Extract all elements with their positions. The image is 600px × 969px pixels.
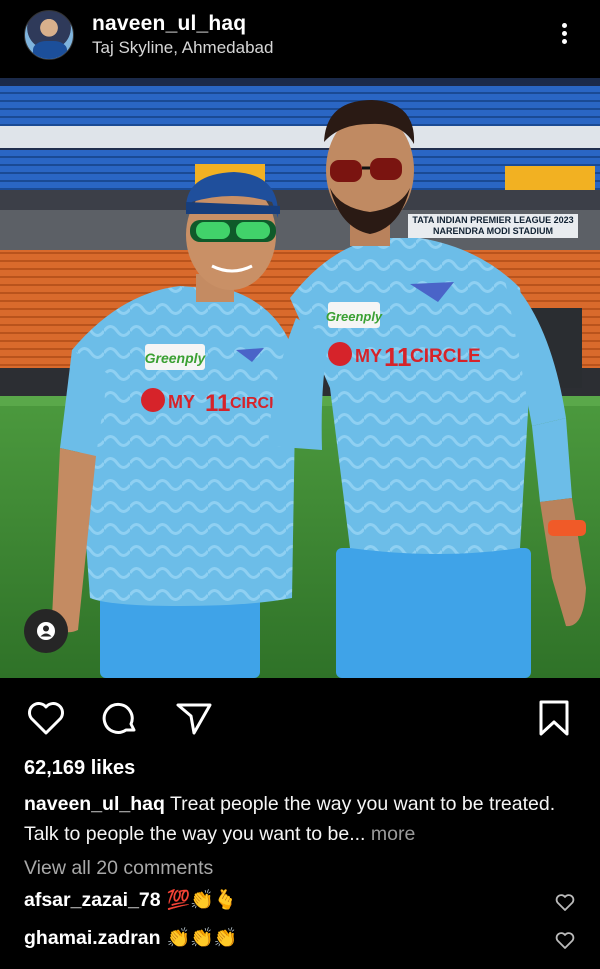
comment-row: ghamai.zadran 👏👏👏 bbox=[24, 926, 576, 956]
comment-username[interactable]: afsar_zazai_78 bbox=[24, 889, 161, 911]
comment-bubble-icon[interactable] bbox=[98, 696, 142, 740]
paper-plane-icon[interactable] bbox=[172, 696, 216, 740]
sponsor-circle-right: CIRCLE bbox=[410, 346, 481, 367]
stadium-sign-venue: NARENDRA MODI STADIUM bbox=[433, 226, 553, 236]
comment-row: afsar_zazai_78 💯👏🫰 bbox=[24, 888, 576, 918]
sponsor-greenply-left: Greenply bbox=[145, 350, 207, 366]
sponsor-greenply-right: Greenply bbox=[326, 309, 383, 324]
bookmark-icon[interactable] bbox=[532, 696, 576, 740]
comment-heart-icon[interactable] bbox=[554, 929, 576, 951]
sponsor-11-left: 11 bbox=[205, 390, 230, 417]
post-action-bar bbox=[0, 690, 600, 742]
post-caption: naveen_ul_haq Treat people the way you w… bbox=[24, 789, 584, 849]
caption-username[interactable]: naveen_ul_haq bbox=[24, 793, 165, 815]
caption-more-link[interactable]: more bbox=[371, 823, 415, 845]
comment-username[interactable]: ghamai.zadran bbox=[24, 927, 161, 949]
comment-heart-icon[interactable] bbox=[554, 891, 576, 913]
photo-illustration: TATA INDIAN PREMIER LEAGUE 2023 NARENDRA… bbox=[0, 78, 600, 678]
sponsor-my-left: MY bbox=[168, 392, 195, 412]
person-tag-icon[interactable] bbox=[24, 609, 68, 653]
sponsor-11-right: 11 bbox=[384, 342, 412, 372]
more-options-icon[interactable] bbox=[552, 20, 576, 50]
sponsor-my-right: MY bbox=[355, 346, 382, 366]
post-location[interactable]: Taj Skyline, Ahmedabad bbox=[92, 38, 273, 58]
comment-text: 💯👏🫰 bbox=[166, 890, 238, 911]
view-all-comments-link[interactable]: View all 20 comments bbox=[24, 857, 213, 880]
post-header: naveen_ul_haq Taj Skyline, Ahmedabad bbox=[0, 0, 600, 78]
stadium-sign-league: TATA INDIAN PREMIER LEAGUE 2023 bbox=[412, 215, 573, 225]
post-photo[interactable]: TATA INDIAN PREMIER LEAGUE 2023 NARENDRA… bbox=[0, 78, 600, 678]
comment-text: 👏👏👏 bbox=[166, 928, 238, 949]
avatar[interactable] bbox=[24, 10, 74, 60]
heart-icon[interactable] bbox=[24, 696, 68, 740]
post-username[interactable]: naveen_ul_haq bbox=[92, 12, 246, 36]
likes-count[interactable]: 62,169 likes bbox=[24, 757, 135, 780]
